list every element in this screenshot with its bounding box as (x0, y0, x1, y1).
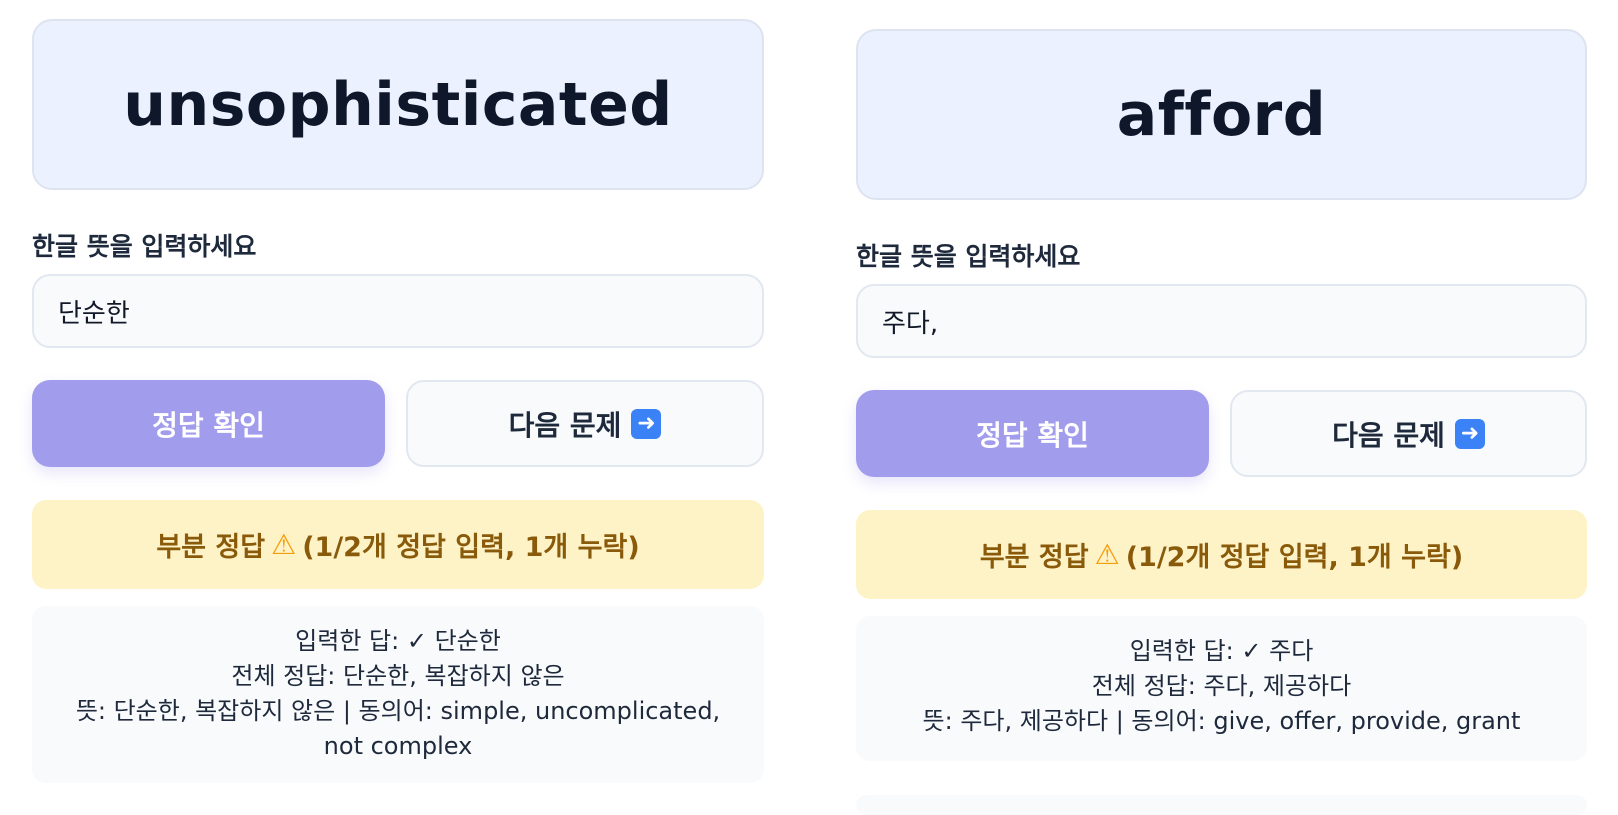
button-row: 정답 확인 다음 문제 ➜ (856, 390, 1587, 477)
result-suffix: (1/2개 정답 입력, 1개 누락) (1125, 542, 1464, 573)
meaning-input[interactable] (856, 284, 1587, 358)
answer-prompt-label: 한글 뜻을 입력하세요 (32, 232, 257, 261)
meaning-synonyms-text: 뜻: 주다, 제공하다 | 동의어: give, offer, provide,… (922, 707, 1521, 735)
check-answer-label: 정답 확인 (152, 408, 265, 442)
right-arrow-icon: ➜ (631, 408, 662, 439)
check-answer-label: 정답 확인 (976, 418, 1089, 452)
word-card: afford (856, 29, 1587, 200)
check-answer-button[interactable]: 정답 확인 (856, 390, 1209, 477)
result-prefix: 부분 정답 (156, 532, 266, 563)
button-row: 정답 확인 다음 문제 ➜ (32, 380, 764, 467)
result-suffix: (1/2개 정답 입력, 1개 누락) (302, 532, 640, 563)
entered-answer-text: 입력한 답: ✓ 단순한 (295, 627, 501, 655)
vocab-word: unsophisticated (123, 69, 673, 140)
answer-details: 입력한 답: ✓ 주다 전체 정답: 주다, 제공하다 뜻: 주다, 제공하다 … (856, 616, 1587, 761)
partial-correct-banner: 부분 정답 ⚠ (1/2개 정답 입력, 1개 누락) (32, 500, 764, 589)
all-answers-text: 전체 정답: 단순한, 복잡하지 않은 (231, 662, 565, 690)
result-prefix: 부분 정답 (979, 542, 1089, 573)
right-arrow-icon: ➜ (1454, 418, 1485, 449)
next-section-edge (856, 795, 1587, 815)
answer-prompt-label: 한글 뜻을 입력하세요 (856, 242, 1081, 271)
all-answers-text: 전체 정답: 주다, 제공하다 (1091, 672, 1352, 700)
warning-icon: ⚠ (271, 528, 297, 561)
quiz-card-left: unsophisticated 한글 뜻을 입력하세요 정답 확인 다음 문제 … (32, 19, 764, 783)
partial-correct-banner: 부분 정답 ⚠ (1/2개 정답 입력, 1개 누락) (856, 510, 1587, 599)
word-card: unsophisticated (32, 19, 764, 190)
meaning-synonyms-text: 뜻: 단순한, 복잡하지 않은 | 동의어: simple, uncomplic… (75, 697, 721, 760)
next-question-label: 다음 문제 (1332, 418, 1445, 452)
check-answer-button[interactable]: 정답 확인 (32, 380, 385, 467)
meaning-input[interactable] (32, 274, 764, 348)
entered-answer-text: 입력한 답: ✓ 주다 (1129, 637, 1314, 665)
answer-details: 입력한 답: ✓ 단순한 전체 정답: 단순한, 복잡하지 않은 뜻: 단순한,… (32, 606, 764, 783)
vocab-word: afford (1116, 79, 1327, 150)
next-question-label: 다음 문제 (508, 408, 622, 442)
next-question-button[interactable]: 다음 문제 ➜ (1230, 390, 1587, 477)
warning-icon: ⚠ (1094, 538, 1120, 571)
quiz-card-right: afford 한글 뜻을 입력하세요 정답 확인 다음 문제 ➜ 부분 정답 ⚠… (856, 29, 1587, 761)
next-question-button[interactable]: 다음 문제 ➜ (406, 380, 764, 467)
